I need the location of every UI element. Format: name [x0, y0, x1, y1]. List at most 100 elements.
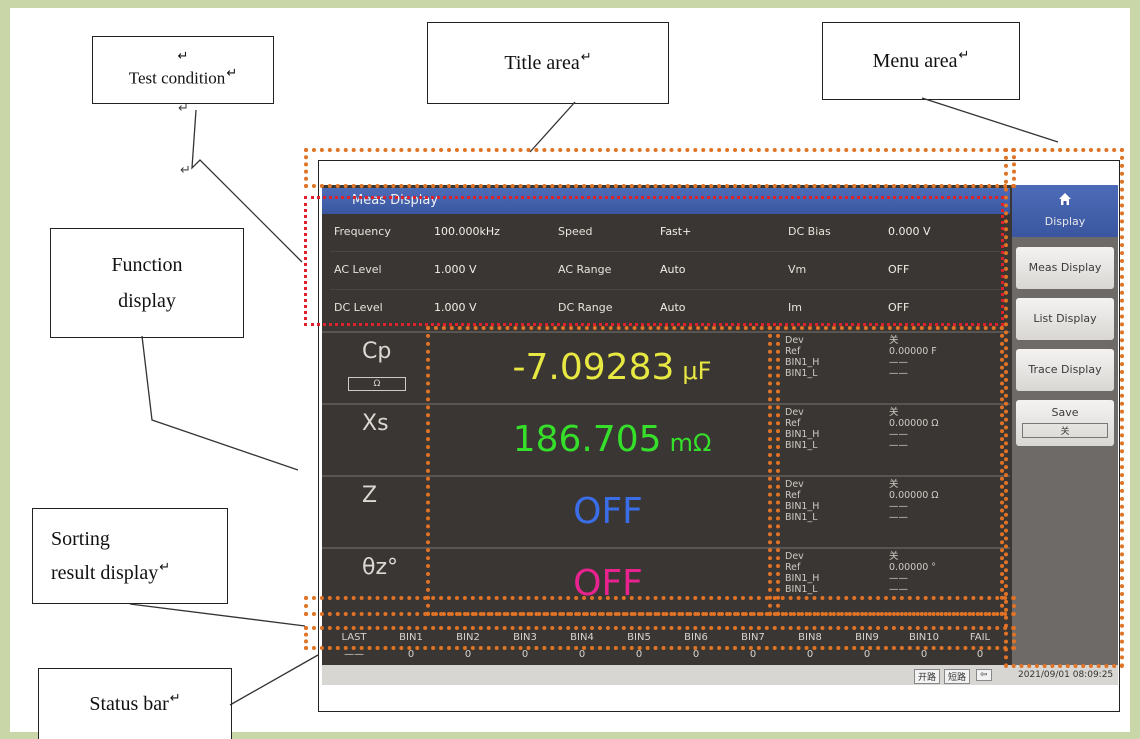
- callout-text: Menu area: [872, 50, 958, 72]
- limit-labels: Dev Ref BIN1_H BIN1_L: [785, 335, 820, 379]
- menu-save[interactable]: Save 关: [1016, 400, 1114, 446]
- condition-value[interactable]: Auto: [660, 301, 686, 314]
- menu-meas-display[interactable]: Meas Display: [1016, 247, 1114, 289]
- meas-value: -7.09283 μF: [442, 347, 782, 388]
- condition-label: Im: [788, 301, 802, 314]
- callout-text: Test condition: [128, 68, 226, 88]
- condition-label: DC Level: [334, 301, 383, 314]
- instrument-screen: Meas Display Frequency 100.000kHz Speed …: [322, 185, 1118, 685]
- bin-label: LAST: [341, 632, 367, 643]
- bin-count: 0: [863, 649, 871, 660]
- measurement-block: θz° OFF Dev Ref BIN1_H BIN1_L 关 0.00000 ° —— —…: [322, 547, 1010, 619]
- condition-label: Vm: [788, 263, 807, 276]
- datetime: 2021/09/01 08:09:25: [1018, 670, 1114, 680]
- bin-label: BIN9: [855, 632, 879, 643]
- condition-label: AC Level: [334, 263, 382, 276]
- bin-label: BIN3: [513, 632, 537, 643]
- bin-label: BIN4: [570, 632, 594, 643]
- condition-row: Frequency 100.000kHz Speed Fast+ DC Bias…: [322, 217, 1010, 247]
- menu-section-label: Display: [1044, 215, 1086, 228]
- condition-label: Speed: [558, 225, 593, 238]
- callout-text: Status bar: [89, 693, 169, 715]
- bin-values-row: —— 0 0 0 0 0 0 0 0 0 0 0: [322, 647, 1010, 661]
- condition-label: AC Range: [558, 263, 612, 276]
- meas-value: OFF: [442, 491, 782, 532]
- condition-value[interactable]: 100.000kHz: [434, 225, 500, 238]
- limit-values: 关 0.00000 Ω —— ——: [889, 407, 939, 451]
- open-circuit-button[interactable]: 开路: [914, 669, 941, 684]
- param-name[interactable]: θz°: [362, 555, 398, 580]
- limit-labels: Dev Ref BIN1_H BIN1_L: [785, 551, 820, 595]
- home-button[interactable]: Display: [1012, 185, 1118, 237]
- bin-count: 0: [920, 649, 928, 660]
- callout-function-display: Function display: [50, 228, 244, 338]
- menu-trace-display[interactable]: Trace Display: [1016, 349, 1114, 391]
- condition-label: DC Bias: [788, 225, 831, 238]
- callout-text: Title area: [504, 52, 580, 74]
- bin-label: BIN10: [908, 632, 939, 643]
- callout-text: display: [118, 290, 176, 312]
- bin-count: 0: [464, 649, 472, 660]
- menu-list-display[interactable]: List Display: [1016, 298, 1114, 340]
- condition-value[interactable]: OFF: [888, 263, 909, 276]
- bin-count: 0: [578, 649, 586, 660]
- return-mark: ↵: [177, 48, 189, 64]
- bin-label: BIN6: [684, 632, 708, 643]
- save-value[interactable]: 关: [1022, 423, 1108, 438]
- condition-value[interactable]: 1.000 V: [434, 301, 477, 314]
- condition-value[interactable]: 0.000 V: [888, 225, 931, 238]
- condition-value[interactable]: Auto: [660, 263, 686, 276]
- home-icon: [1058, 191, 1072, 210]
- condition-row: DC Level 1.000 V DC Range Auto Im OFF: [322, 293, 1010, 323]
- divider: [330, 289, 1000, 290]
- limit-values: 关 0.00000 ° —— ——: [889, 551, 937, 595]
- condition-value[interactable]: 1.000 V: [434, 263, 477, 276]
- meas-number: 186.705: [512, 419, 662, 460]
- bin-label: FAIL: [969, 632, 991, 643]
- condition-value[interactable]: OFF: [888, 301, 909, 314]
- return-mark: ↵: [180, 162, 191, 177]
- limit-labels: Dev Ref BIN1_H BIN1_L: [785, 479, 820, 523]
- limit-values: 关 0.00000 Ω —— ——: [889, 479, 939, 523]
- bin-count: 0: [521, 649, 529, 660]
- status-bar: 开路 短路 ⇦ 2021/09/01 08:09:25: [322, 665, 1118, 685]
- condition-value[interactable]: Fast+: [660, 225, 691, 238]
- callout-title-area: Title area↵: [427, 22, 669, 104]
- meas-number: OFF: [573, 491, 643, 532]
- bin-label: BIN2: [456, 632, 480, 643]
- usb-icon[interactable]: ⇦: [976, 669, 992, 681]
- callout-sorting-result: Sorting result display↵: [32, 508, 228, 604]
- limit-values: 关 0.00000 F —— ——: [889, 335, 937, 379]
- callout-status-bar: Status bar↵: [38, 668, 232, 739]
- short-circuit-button[interactable]: 短路: [944, 669, 971, 684]
- bin-count: 0: [749, 649, 757, 660]
- menu-panel: Display Meas Display List Display Trace …: [1012, 185, 1118, 665]
- measurement-block: Z OFF Dev Ref BIN1_H BIN1_L 关 0.00000 Ω —— ——: [322, 475, 1010, 547]
- callout-text: Function: [111, 254, 183, 276]
- bin-count: 0: [976, 649, 984, 660]
- meas-number: OFF: [573, 563, 643, 604]
- condition-label: DC Range: [558, 301, 613, 314]
- param-selector[interactable]: Ω: [348, 377, 406, 391]
- bin-count: ——: [344, 649, 364, 660]
- save-label: Save: [1051, 406, 1079, 419]
- param-name[interactable]: Xs: [362, 411, 389, 436]
- bin-count: 0: [692, 649, 700, 660]
- param-name[interactable]: Cp: [362, 339, 391, 364]
- callout-menu-area: Menu area↵: [822, 22, 1020, 100]
- meas-unit: μF: [682, 357, 712, 385]
- bin-count: 0: [635, 649, 643, 660]
- meas-value: 186.705 mΩ: [442, 419, 782, 460]
- condition-label: Frequency: [334, 225, 391, 238]
- bin-label: BIN8: [798, 632, 822, 643]
- measurement-block: Cp Ω -7.09283 μF Dev Ref BIN1_H BIN1_L 关 0.00…: [322, 331, 1010, 403]
- param-name[interactable]: Z: [362, 483, 377, 508]
- limit-labels: Dev Ref BIN1_H BIN1_L: [785, 407, 820, 451]
- meas-unit: mΩ: [669, 429, 712, 457]
- bin-label: BIN1: [399, 632, 423, 643]
- bin-label: BIN7: [741, 632, 765, 643]
- condition-row: AC Level 1.000 V AC Range Auto Vm OFF: [322, 255, 1010, 285]
- meas-value: OFF: [442, 563, 782, 604]
- bin-count: 0: [407, 649, 415, 660]
- bin-label: BIN5: [627, 632, 651, 643]
